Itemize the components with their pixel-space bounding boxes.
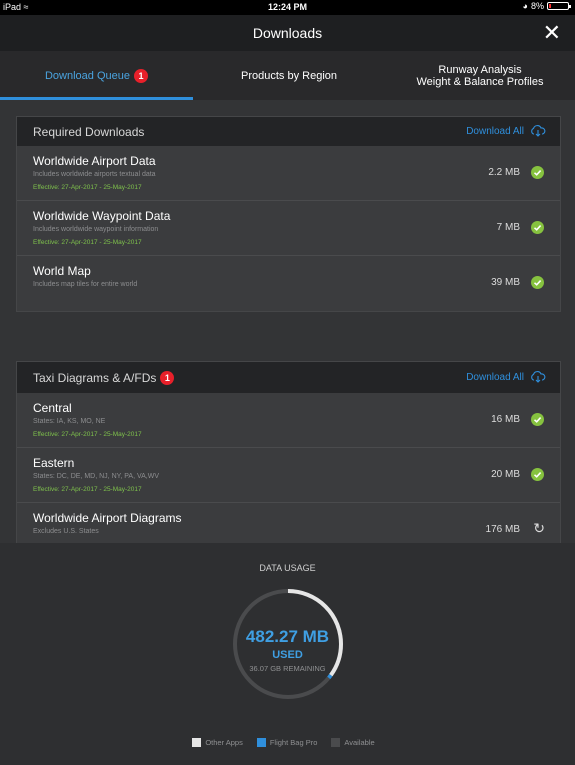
nav-bar: Downloads ✕ [0,15,575,51]
section-header: Taxi Diagrams & A/FDs 1 Download All [17,362,560,393]
tab-label-line2: Weight & Balance Profiles [416,75,544,88]
usage-title: DATA USAGE [259,563,316,573]
cloud-download-icon [531,125,546,137]
download-all-button[interactable]: Download All [466,125,546,137]
tab-label: Products by Region [241,69,337,82]
battery-percent: 8% [530,1,544,11]
list-item[interactable]: Worldwide Airport Diagrams Excludes U.S.… [17,503,560,544]
item-effective-date: Effective: 27-Apr-2017 - 25-May-2017 [33,239,142,246]
section-title: Taxi Diagrams & A/FDs [33,370,157,385]
legend-flight-bag-pro: Flight Bag Pro [256,738,317,747]
item-title: Central [33,401,72,415]
active-tab-indicator [0,97,193,100]
used-amount: 482.27 MB [245,627,330,646]
list-item[interactable]: Eastern States: DC, DE, MD, NJ, NY, PA, … [17,448,560,503]
tab-label: Download Queue [44,69,130,82]
tab-download-queue[interactable]: Download Queue 1 [0,51,193,100]
orientation-lock-icon: ◕ [522,1,528,11]
queue-badge: 1 [134,68,148,83]
clock: 12:24 PM [267,2,308,12]
item-size: 2.2 MB [488,167,520,178]
item-size: 20 MB [491,469,520,480]
tab-runway-analysis[interactable]: Runway Analysis Weight & Balance Profile… [385,51,575,100]
item-description: Excludes U.S. States [33,528,99,535]
tab-label-line1: Runway Analysis [438,63,522,76]
legend-available: Available [331,738,375,747]
item-effective-date: Effective: 27-Apr-2017 - 25-May-2017 [33,486,142,493]
battery-status: ◕ 8% [522,1,571,11]
tab-products-by-region[interactable]: Products by Region [193,51,385,100]
item-title: World Map [33,264,91,278]
used-label: USED [272,649,303,661]
check-icon [531,468,544,481]
tab-bar: Download Queue 1 Products by Region Runw… [0,51,575,100]
taxi-diagrams-section: Taxi Diagrams & A/FDs 1 Download All Cen… [16,361,561,545]
item-size: 16 MB [491,414,520,425]
download-all-button[interactable]: Download All [466,371,546,383]
item-size: 176 MB [485,524,520,535]
section-header: Required Downloads Download All [17,117,560,146]
list-item[interactable]: Worldwide Airport Data Includes worldwid… [17,146,560,201]
item-size: 39 MB [491,277,520,288]
item-description: Includes worldwide airports textual data [33,171,156,178]
item-effective-date: Effective: 27-Apr-2017 - 25-May-2017 [33,184,142,191]
list-item[interactable]: World Map Includes map tiles for entire … [17,256,560,311]
item-effective-date: Effective: 27-Apr-2017 - 25-May-2017 [33,431,142,438]
remaining-amount: 36.07 GB REMAINING [249,664,326,673]
check-icon [531,166,544,179]
taxi-badge: 1 [160,370,175,385]
item-title: Worldwide Airport Diagrams [33,511,182,525]
item-title: Worldwide Waypoint Data [33,209,171,223]
item-size: 7 MB [496,222,520,233]
check-icon [531,221,544,234]
item-description: States: DC, DE, MD, NJ, NY, PA, VA,WV [33,473,160,480]
close-icon[interactable]: ✕ [543,22,561,44]
item-description: States: IA, KS, MO, NE [33,418,106,425]
section-title: Required Downloads [33,124,145,139]
data-usage-panel: DATA USAGE 482.27 MB USED 36.07 GB REMAI… [0,543,575,765]
status-bar: iPad ≈ 12:24 PM ◕ 8% [0,0,575,15]
legend-other-apps: Other Apps [192,738,243,747]
battery-icon [547,2,571,10]
item-title: Worldwide Airport Data [33,154,156,168]
item-description: Includes worldwide waypoint information [33,226,159,233]
item-title: Eastern [33,456,75,470]
item-description: Includes map tiles for entire world [33,281,138,288]
refresh-icon[interactable]: ↻ [533,520,545,537]
list-item[interactable]: Worldwide Waypoint Data Includes worldwi… [17,201,560,256]
check-icon [531,276,544,289]
page-title: Downloads [252,25,323,41]
usage-legend: Other Apps Flight Bag Pro Available [0,738,575,747]
cloud-download-icon [531,371,546,383]
list-item[interactable]: Central States: IA, KS, MO, NE Effective… [17,393,560,448]
check-icon [531,413,544,426]
required-downloads-section: Required Downloads Download All Worldwid… [16,116,561,312]
